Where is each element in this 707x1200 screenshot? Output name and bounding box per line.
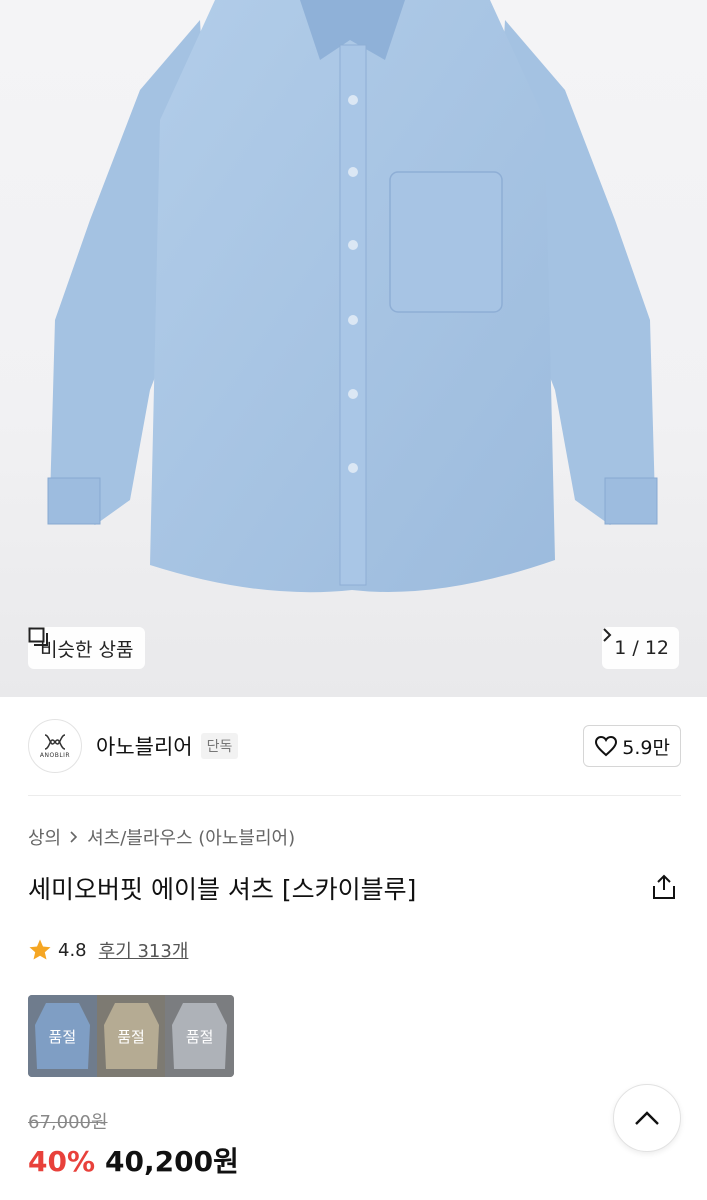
breadcrumb-subcategory[interactable]: 셔츠/블라우스 (아노블리어) — [87, 824, 295, 850]
shirt-image — [47, 0, 658, 593]
brand-logo-text: ANOBLIR — [39, 752, 71, 759]
brand-row: ANOBLIR 아노블리어 단독 5.9만 — [28, 718, 681, 774]
brand-name-link[interactable]: 아노블리어 — [96, 731, 193, 761]
divider — [28, 795, 681, 796]
share-icon[interactable] — [650, 874, 678, 900]
similar-products-button[interactable]: 비슷한 상품 — [28, 627, 146, 669]
rating-row: 4.8 후기 313개 — [28, 937, 188, 963]
breadcrumb: 상의 셔츠/블라우스 (아노블리어) — [28, 824, 295, 850]
exclusive-badge: 단독 — [200, 733, 239, 759]
chevron-right-icon — [603, 628, 612, 642]
like-count: 5.9만 — [622, 736, 670, 759]
color-option-skyblue[interactable]: 품절 — [28, 995, 97, 1077]
reviews-link[interactable]: 후기 313개 — [99, 937, 189, 963]
similar-products-icon — [28, 627, 48, 646]
brand-logo-mark-icon — [44, 734, 66, 750]
image-counter[interactable]: 1 / 12 — [602, 627, 679, 669]
similar-products-label: 비슷한 상품 — [40, 638, 134, 661]
sale-price: 40,200원 — [105, 1145, 239, 1178]
color-options: 품절 품절 품절 — [28, 995, 234, 1077]
scroll-top-button[interactable] — [613, 1084, 681, 1152]
color-option-gray[interactable]: 품절 — [165, 995, 234, 1077]
sold-out-label: 품절 — [48, 1027, 77, 1046]
price-row: 40% 40,200원 — [28, 1140, 239, 1180]
product-image-carousel[interactable]: 비슷한 상품 1 / 12 — [0, 0, 707, 697]
rating-score: 4.8 — [58, 939, 87, 961]
product-title: 세미오버핏 에이블 셔츠 [스카이블루] — [28, 875, 417, 904]
discount-rate: 40% — [28, 1145, 96, 1178]
star-icon — [29, 939, 51, 960]
image-counter-text: 1 / 12 — [614, 637, 669, 659]
breadcrumb-category[interactable]: 상의 — [28, 824, 61, 850]
sold-out-label: 품절 — [117, 1027, 145, 1046]
brand-logo[interactable]: ANOBLIR — [28, 719, 82, 773]
sold-out-label: 품절 — [185, 1027, 214, 1046]
like-button[interactable]: 5.9만 — [583, 725, 681, 767]
heart-icon — [595, 735, 618, 757]
chevron-right-icon — [70, 831, 78, 843]
chevron-up-icon — [635, 1111, 659, 1125]
color-option-beige[interactable]: 품절 — [96, 995, 166, 1077]
original-price: 67,000원 — [28, 1112, 108, 1133]
